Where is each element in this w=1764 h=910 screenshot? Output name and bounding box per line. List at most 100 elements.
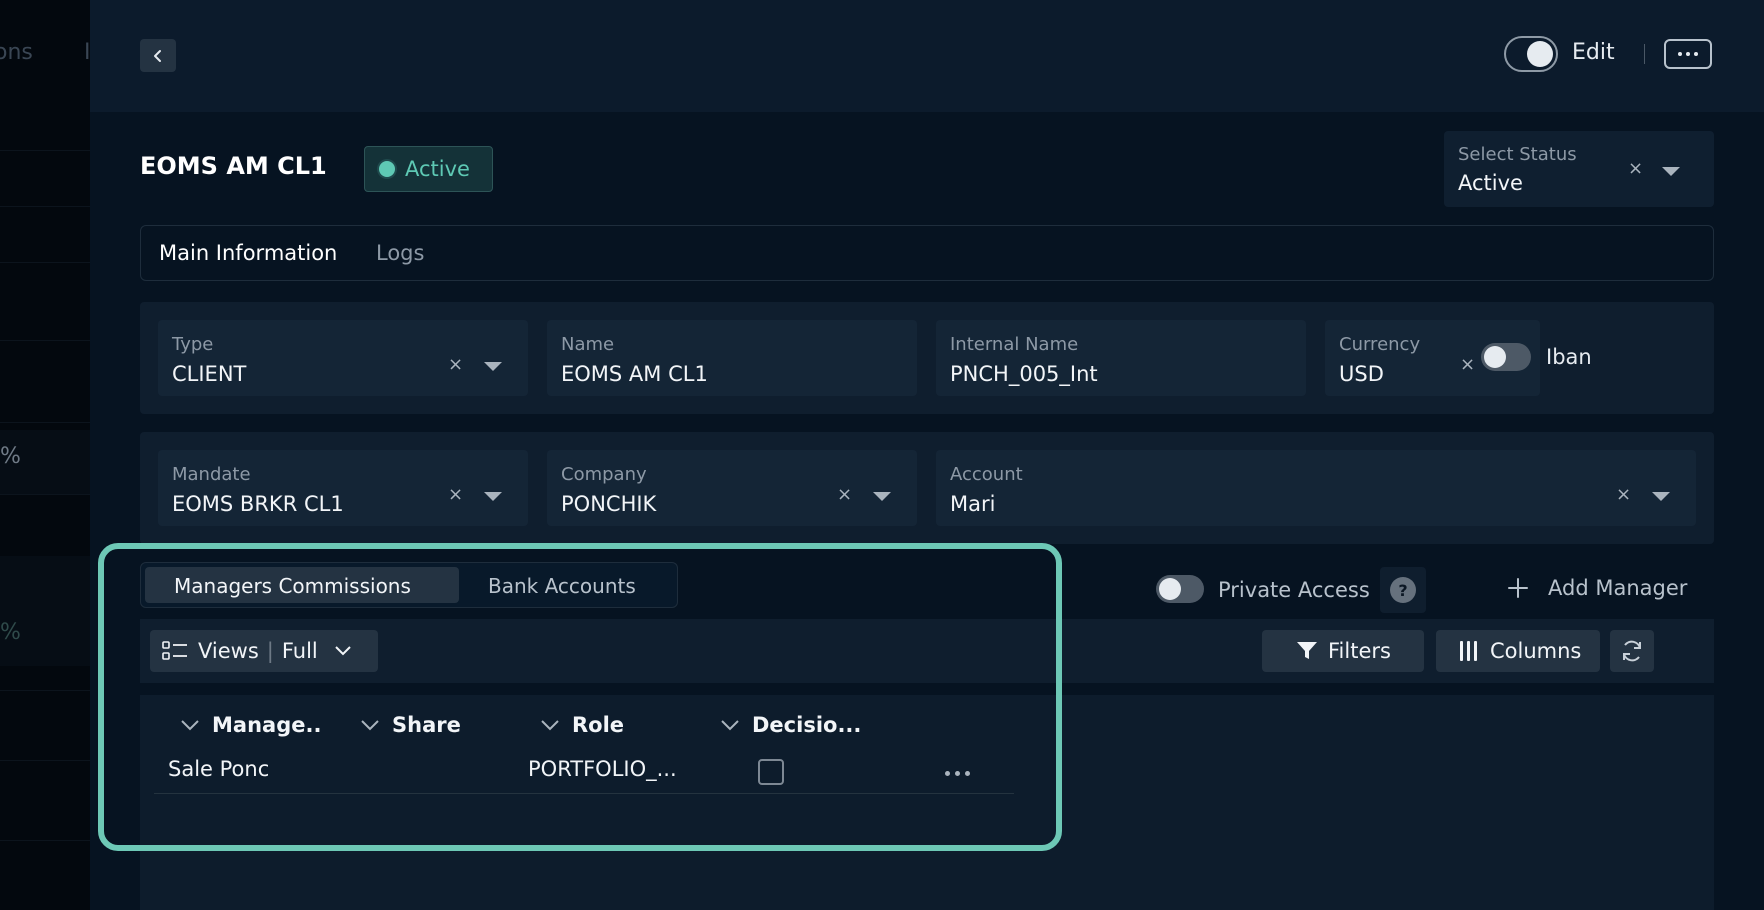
iban-label: Iban (1546, 345, 1592, 369)
status-badge: Active (364, 146, 493, 192)
chevron-left-icon (154, 49, 161, 62)
background-text: % (0, 620, 21, 645)
name-label: Name (561, 334, 615, 355)
account-select[interactable]: Account Mari × (936, 450, 1696, 526)
company-label: Company (561, 464, 647, 485)
name-field[interactable]: Name EOMS AM CL1 (547, 320, 917, 396)
grid-toolbar: Views | Full Filters Columns (140, 619, 1714, 683)
clear-icon[interactable]: × (448, 484, 463, 505)
iban-toggle[interactable] (1481, 343, 1531, 371)
background-text: % (0, 444, 21, 469)
currency-label: Currency (1339, 334, 1421, 355)
cell-manager[interactable]: Sale Ponc (168, 757, 269, 781)
private-access-label: Private Access (1218, 578, 1370, 602)
select-status-label: Select Status (1458, 144, 1577, 165)
chevron-down-icon[interactable] (180, 719, 200, 731)
page-title: EOMS AM CL1 (140, 152, 327, 180)
add-manager-label: Add Manager (1548, 576, 1688, 600)
type-label: Type (172, 334, 214, 355)
column-header-role[interactable]: Role (540, 713, 624, 737)
caret-down-icon[interactable] (484, 362, 502, 371)
company-select[interactable]: Company PONCHIK × (547, 450, 917, 526)
mandate-label: Mandate (172, 464, 251, 485)
columns-label: Columns (1490, 639, 1582, 663)
toggle-knob (1159, 578, 1181, 600)
chevron-down-icon[interactable] (360, 719, 380, 731)
name-value: EOMS AM CL1 (561, 362, 708, 386)
columns-button[interactable]: Columns (1436, 630, 1600, 672)
divider (1644, 44, 1645, 64)
status-dot-icon (379, 161, 395, 177)
sub-tabs: Managers Commissions Bank Accounts (140, 562, 678, 608)
chevron-down-icon[interactable] (540, 719, 560, 731)
clear-icon[interactable]: × (1616, 484, 1631, 505)
column-header-decision[interactable]: Decisio... (720, 713, 861, 737)
clear-icon[interactable]: × (837, 484, 852, 505)
type-value: CLIENT (172, 362, 247, 386)
filters-button[interactable]: Filters (1262, 630, 1424, 672)
views-label: Views (198, 639, 259, 663)
status-badge-label: Active (405, 157, 470, 181)
column-header-share[interactable]: Share (360, 713, 461, 737)
help-button[interactable]: ? (1380, 567, 1426, 613)
toggle-knob (1484, 346, 1506, 368)
mandate-value: EOMS BRKR CL1 (172, 492, 344, 516)
column-header-manager[interactable]: Manage.. (180, 713, 321, 737)
views-value: Full (281, 639, 318, 663)
internal-name-field[interactable]: Internal Name PNCH_005_Int (936, 320, 1306, 396)
column-title: Role (572, 713, 625, 737)
toggle-knob (1527, 41, 1553, 67)
tab-logs[interactable]: Logs (376, 241, 424, 265)
detail-panel: Edit EOMS AM CL1 Active Select Status Ac… (90, 0, 1764, 910)
filter-icon (1297, 642, 1317, 659)
caret-down-icon[interactable] (1652, 492, 1670, 501)
main-tabs: Main Information Logs (140, 225, 1714, 281)
background-text: ons (0, 40, 33, 65)
help-icon: ? (1390, 577, 1416, 603)
edit-label: Edit (1572, 40, 1615, 65)
private-access-toggle[interactable] (1156, 575, 1204, 603)
list-view-icon (162, 641, 187, 660)
mandate-select[interactable]: Mandate EOMS BRKR CL1 × (158, 450, 528, 526)
account-label: Account (950, 464, 1023, 485)
chevron-down-icon (335, 646, 351, 656)
filters-label: Filters (1328, 639, 1391, 663)
tab-managers-commissions[interactable]: Managers Commissions (174, 574, 411, 598)
internal-name-label: Internal Name (950, 334, 1079, 355)
clear-icon[interactable]: × (1628, 158, 1643, 179)
views-button[interactable]: Views | Full (150, 630, 378, 672)
select-status-value: Active (1458, 171, 1523, 195)
column-title: Manage.. (212, 713, 322, 737)
select-status-dropdown[interactable]: Select Status Active × (1444, 131, 1714, 207)
tab-bank-accounts[interactable]: Bank Accounts (488, 574, 636, 598)
cell-role[interactable]: PORTFOLIO_... (528, 757, 677, 781)
managers-grid: Manage.. Share Role Decisio... Sale Ponc… (140, 695, 1714, 910)
columns-icon (1460, 641, 1477, 661)
chevron-down-icon[interactable] (720, 719, 740, 731)
edit-toggle[interactable] (1504, 36, 1558, 72)
type-select[interactable]: Type CLIENT × (158, 320, 528, 396)
decision-checkbox[interactable] (758, 759, 784, 785)
back-button[interactable] (140, 39, 176, 72)
caret-down-icon[interactable] (873, 492, 891, 501)
background-list: ons I % % (0, 0, 90, 910)
refresh-icon (1623, 640, 1641, 662)
refresh-button[interactable] (1610, 630, 1654, 672)
column-title: Decisio... (752, 713, 862, 737)
internal-name-value: PNCH_005_Int (950, 362, 1098, 386)
add-manager-button[interactable]: Add Manager (1506, 570, 1687, 606)
row-actions-icon[interactable] (945, 771, 970, 776)
caret-down-icon[interactable] (484, 492, 502, 501)
account-value: Mari (950, 492, 996, 516)
plus-icon (1508, 578, 1528, 598)
more-options-button[interactable] (1664, 39, 1712, 69)
tab-main-information[interactable]: Main Information (159, 241, 337, 265)
company-value: PONCHIK (561, 492, 657, 516)
clear-icon[interactable]: × (448, 354, 463, 375)
clear-icon[interactable]: × (1460, 354, 1475, 375)
currency-value: USD (1339, 362, 1384, 386)
caret-down-icon[interactable] (1662, 167, 1680, 176)
column-title: Share (392, 713, 461, 737)
panel-header: Edit (90, 0, 1764, 112)
table-row-divider (154, 793, 1014, 794)
